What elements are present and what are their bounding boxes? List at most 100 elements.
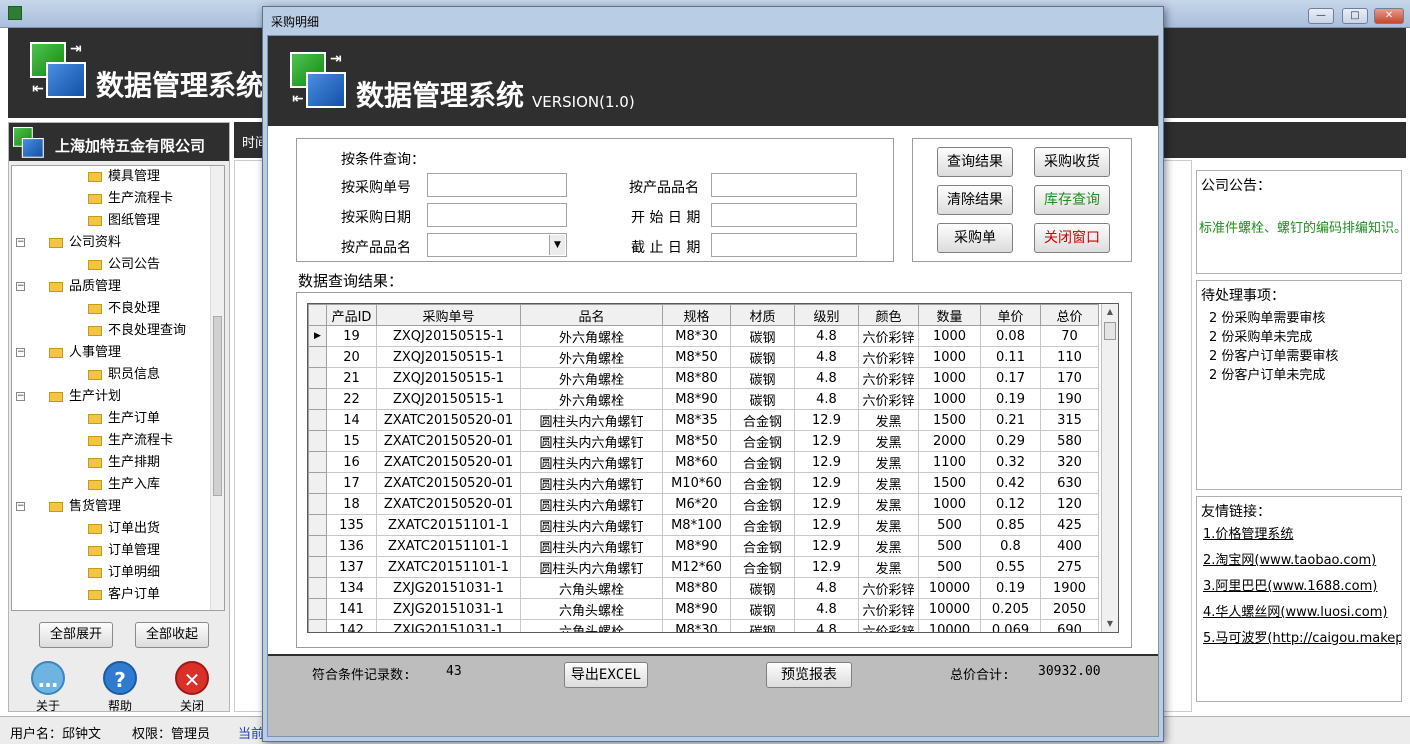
table-cell[interactable]: M6*20: [662, 493, 731, 515]
friend-link[interactable]: 4.华人螺丝网(www.luosi.com): [1203, 601, 1387, 620]
table-cell[interactable]: 12.9: [794, 430, 859, 452]
tree-item[interactable]: 生产排期: [88, 452, 160, 474]
result-grid[interactable]: 产品ID 采购单号 品名 规格 材质 级别 颜色 数量 单价 总价 ▶ 19 ZXQJ20150515…: [307, 303, 1119, 633]
table-cell[interactable]: 2050: [1040, 598, 1099, 620]
collapse-all-button[interactable]: 全部收起: [135, 622, 209, 648]
table-cell[interactable]: 141: [326, 598, 377, 620]
table-row[interactable]: 14 ZXATC20150520-01 圆柱头内六角螺钉 M8*35 合金钢 12.9 发黑…: [308, 409, 1099, 431]
stock-query-button[interactable]: 库存查询: [1034, 185, 1110, 215]
table-cell[interactable]: 0.17: [980, 367, 1041, 389]
table-row[interactable]: 16 ZXATC20150520-01 圆柱头内六角螺钉 M8*60 合金钢 12.9 发黑…: [308, 451, 1099, 473]
table-cell[interactable]: 18: [326, 493, 377, 515]
table-cell[interactable]: ZXJG20151031-1: [376, 619, 521, 632]
table-row[interactable]: 142 ZXJG20151031-1 六角头螺栓 M8*30 碳钢 4.8 六价彩锌 1000…: [308, 619, 1099, 632]
table-cell[interactable]: 1000: [918, 388, 981, 410]
table-cell[interactable]: 1000: [918, 346, 981, 368]
table-cell[interactable]: 4.8: [794, 325, 859, 347]
table-cell[interactable]: M8*35: [662, 409, 731, 431]
row-header[interactable]: [308, 493, 327, 515]
table-cell[interactable]: 137: [326, 556, 377, 578]
query-result-button[interactable]: 查询结果: [937, 147, 1013, 177]
grid-scrollbar[interactable]: ▲ ▼: [1101, 304, 1118, 632]
table-cell[interactable]: 135: [326, 514, 377, 536]
table-cell[interactable]: 4.8: [794, 577, 859, 599]
table-cell[interactable]: 500: [918, 514, 981, 536]
table-cell[interactable]: 10000: [918, 577, 981, 599]
start-date-input[interactable]: [711, 203, 857, 227]
expand-all-button[interactable]: 全部展开: [39, 622, 113, 648]
table-row[interactable]: 21 ZXQJ20150515-1 外六角螺栓 M8*80 碳钢 4.8 六价彩锌 1000 0…: [308, 367, 1099, 389]
table-cell[interactable]: ZXATC20150520-01: [376, 472, 521, 494]
table-cell[interactable]: 142: [326, 619, 377, 632]
table-cell[interactable]: 六价彩锌: [858, 577, 919, 599]
tree-item[interactable]: 生产流程卡: [88, 188, 173, 210]
row-header[interactable]: [308, 472, 327, 494]
table-cell[interactable]: 110: [1040, 346, 1099, 368]
po-number-input[interactable]: [427, 173, 567, 197]
table-cell[interactable]: 合金钢: [730, 472, 795, 494]
table-cell[interactable]: 发黑: [858, 556, 919, 578]
friend-link[interactable]: 5.马可波罗(http://caigou.makepo: [1203, 627, 1401, 646]
table-cell[interactable]: 合金钢: [730, 514, 795, 536]
table-row[interactable]: 135 ZXATC20151101-1 圆柱头内六角螺钉 M8*100 合金钢 12.9 发…: [308, 514, 1099, 536]
table-cell[interactable]: 碳钢: [730, 367, 795, 389]
table-cell[interactable]: 碳钢: [730, 346, 795, 368]
table-cell[interactable]: 15: [326, 430, 377, 452]
table-cell[interactable]: 136: [326, 535, 377, 557]
tree-item[interactable]: − 人事管理: [16, 342, 121, 364]
table-cell[interactable]: 22: [326, 388, 377, 410]
table-cell[interactable]: 10000: [918, 598, 981, 620]
table-cell[interactable]: M8*50: [662, 346, 731, 368]
tree-item[interactable]: 公司公告: [88, 254, 160, 276]
table-cell[interactable]: 碳钢: [730, 577, 795, 599]
table-cell[interactable]: 315: [1040, 409, 1099, 431]
table-cell[interactable]: 六价彩锌: [858, 325, 919, 347]
table-cell[interactable]: ZXATC20150520-01: [376, 409, 521, 431]
chevron-down-icon[interactable]: ▼: [549, 235, 565, 255]
table-cell[interactable]: 合金钢: [730, 409, 795, 431]
tree-item[interactable]: 订单出货: [88, 518, 160, 540]
table-cell[interactable]: 4.8: [794, 388, 859, 410]
table-cell[interactable]: 690: [1040, 619, 1099, 632]
scroll-up-icon[interactable]: ▲: [1102, 304, 1118, 320]
table-cell[interactable]: 12.9: [794, 556, 859, 578]
row-header[interactable]: [308, 451, 327, 473]
table-cell[interactable]: 0.21: [980, 409, 1041, 431]
table-cell[interactable]: M10*60: [662, 472, 731, 494]
table-cell[interactable]: 六价彩锌: [858, 346, 919, 368]
table-row[interactable]: 18 ZXATC20150520-01 圆柱头内六角螺钉 M6*20 合金钢 12.9 发黑…: [308, 493, 1099, 515]
table-cell[interactable]: 500: [918, 535, 981, 557]
table-cell[interactable]: 合金钢: [730, 451, 795, 473]
table-cell[interactable]: 1500: [918, 472, 981, 494]
table-cell[interactable]: 圆柱头内六角螺钉: [520, 409, 663, 431]
table-cell[interactable]: 0.55: [980, 556, 1041, 578]
table-cell[interactable]: 六价彩锌: [858, 367, 919, 389]
table-cell[interactable]: 275: [1040, 556, 1099, 578]
table-cell[interactable]: 20: [326, 346, 377, 368]
table-cell[interactable]: 六价彩锌: [858, 598, 919, 620]
todo-item[interactable]: 2 份采购单需要审核: [1209, 307, 1325, 326]
table-cell[interactable]: 4.8: [794, 619, 859, 632]
row-header[interactable]: [308, 598, 327, 620]
tree-item[interactable]: − 公司资料: [16, 232, 121, 254]
column-header[interactable]: 品名: [520, 304, 663, 326]
table-cell[interactable]: 发黑: [858, 409, 919, 431]
table-cell[interactable]: 外六角螺栓: [520, 325, 663, 347]
column-header[interactable]: 颜色: [858, 304, 919, 326]
table-cell[interactable]: M8*30: [662, 325, 731, 347]
table-cell[interactable]: ZXATC20151101-1: [376, 556, 521, 578]
table-cell[interactable]: 六角头螺栓: [520, 577, 663, 599]
table-row[interactable]: 15 ZXATC20150520-01 圆柱头内六角螺钉 M8*50 合金钢 12.9 发黑…: [308, 430, 1099, 452]
table-cell[interactable]: 320: [1040, 451, 1099, 473]
table-cell[interactable]: M8*60: [662, 451, 731, 473]
column-header[interactable]: 产品ID: [326, 304, 377, 326]
scroll-down-icon[interactable]: ▼: [1102, 616, 1118, 632]
tree-item[interactable]: − 生产计划: [16, 386, 121, 408]
row-header[interactable]: [308, 367, 327, 389]
table-cell[interactable]: M8*80: [662, 367, 731, 389]
table-cell[interactable]: 圆柱头内六角螺钉: [520, 472, 663, 494]
table-cell[interactable]: 碳钢: [730, 325, 795, 347]
close-icon[interactable]: ✕: [175, 661, 209, 695]
table-cell[interactable]: M8*50: [662, 430, 731, 452]
table-cell[interactable]: M8*90: [662, 535, 731, 557]
